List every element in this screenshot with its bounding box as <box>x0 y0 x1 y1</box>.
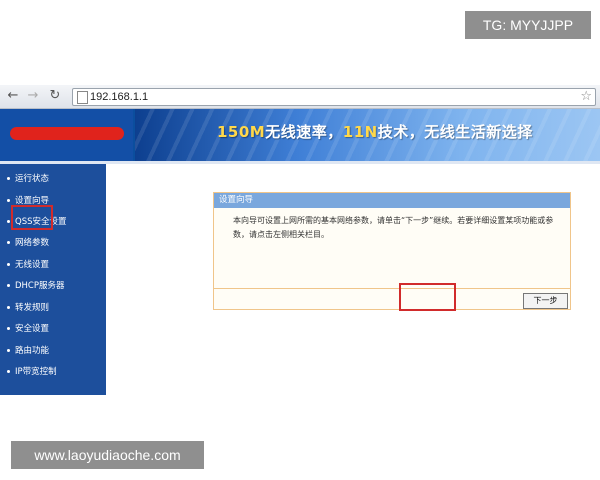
sidebar-item-routing[interactable]: 路由功能 <box>7 342 102 360</box>
banner-slogan: 150M无线速率，11N技术，无线生活新选择 <box>217 121 533 142</box>
banner-graphic: 150M无线速率，11N技术，无线生活新选择 <box>135 109 600 161</box>
sidebar-item-label: IP带宽控制 <box>15 367 57 377</box>
bullet-icon <box>7 327 10 330</box>
sidebar-item-label: DHCP服务器 <box>15 281 65 291</box>
bullet-icon <box>7 220 10 223</box>
main-content: 设置向导 本向导可设置上网所需的基本网络参数，请单击“下一步”继续。若要详细设置… <box>106 164 600 395</box>
star-icon[interactable]: ☆ <box>580 89 592 105</box>
reload-icon[interactable]: ↻ <box>48 89 62 103</box>
router-banner: 150M无线速率，11N技术，无线生活新选择 <box>0 109 600 161</box>
sidebar-item-label: 设置向导 <box>15 196 50 206</box>
sidebar-item-wireless[interactable]: 无线设置 <box>7 256 102 274</box>
slogan-mid: 11N <box>342 123 378 141</box>
forward-arrow-icon[interactable]: → <box>26 89 40 103</box>
url-text[interactable]: 192.168.1.1 <box>90 89 148 105</box>
page-icon <box>77 91 88 104</box>
sidebar-item-label: 网络参数 <box>15 238 50 248</box>
sidebar-item-security[interactable]: 安全设置 <box>7 320 102 338</box>
bullet-icon <box>7 306 10 309</box>
sidebar-menu: 运行状态 设置向导 QSS安全设置 网络参数 无线设置 DHCP服务器 转发规则… <box>0 164 106 395</box>
bullet-icon <box>7 284 10 287</box>
back-arrow-icon[interactable]: ← <box>6 89 20 103</box>
sidebar-item-label: 运行状态 <box>15 174 50 184</box>
sidebar-item-qss[interactable]: QSS安全设置 <box>7 213 102 231</box>
watermark-top: TG: MYYJJPP <box>465 11 591 39</box>
browser-window: ← → ↻ 192.168.1.1 ☆ 150M无线速率，11N技术，无线生活新… <box>0 85 600 395</box>
browser-toolbar: ← → ↻ 192.168.1.1 ☆ <box>0 85 600 109</box>
bullet-icon <box>7 177 10 180</box>
slogan-part2: 技术，无线生活新选择 <box>377 123 533 141</box>
slogan-part1: 无线速率， <box>265 123 343 141</box>
bullet-icon <box>7 263 10 266</box>
sidebar-item-bandwidth[interactable]: IP带宽控制 <box>7 363 102 381</box>
sidebar-item-network[interactable]: 网络参数 <box>7 234 102 252</box>
sidebar-item-label: 无线设置 <box>15 260 50 270</box>
bullet-icon <box>7 349 10 352</box>
sidebar-item-label: 安全设置 <box>15 324 50 334</box>
next-button[interactable]: 下一步 <box>523 293 568 309</box>
sidebar-item-setup-wizard[interactable]: 设置向导 <box>7 192 102 210</box>
slogan-prefix: 150M <box>217 123 266 141</box>
bullet-icon <box>7 199 10 202</box>
bullet-icon <box>7 370 10 373</box>
sidebar-item-status[interactable]: 运行状态 <box>7 170 102 188</box>
sidebar-item-dhcp[interactable]: DHCP服务器 <box>7 277 102 295</box>
setup-wizard-panel: 设置向导 本向导可设置上网所需的基本网络参数，请单击“下一步”继续。若要详细设置… <box>213 192 571 310</box>
watermark-bottom: www.laoyudiaoche.com <box>11 441 204 469</box>
panel-divider <box>214 288 570 289</box>
redacted-logo <box>10 127 124 140</box>
address-bar[interactable]: 192.168.1.1 ☆ <box>72 88 596 106</box>
bullet-icon <box>7 241 10 244</box>
brand-logo-area <box>0 109 133 161</box>
panel-description: 本向导可设置上网所需的基本网络参数，请单击“下一步”继续。若要详细设置某项功能或… <box>233 216 554 239</box>
panel-title: 设置向导 <box>214 193 570 208</box>
sidebar-item-forwarding[interactable]: 转发规则 <box>7 299 102 317</box>
sidebar-item-label: 路由功能 <box>15 346 50 356</box>
sidebar-item-label: QSS安全设置 <box>15 217 67 227</box>
sidebar-item-label: 转发规则 <box>15 303 50 313</box>
